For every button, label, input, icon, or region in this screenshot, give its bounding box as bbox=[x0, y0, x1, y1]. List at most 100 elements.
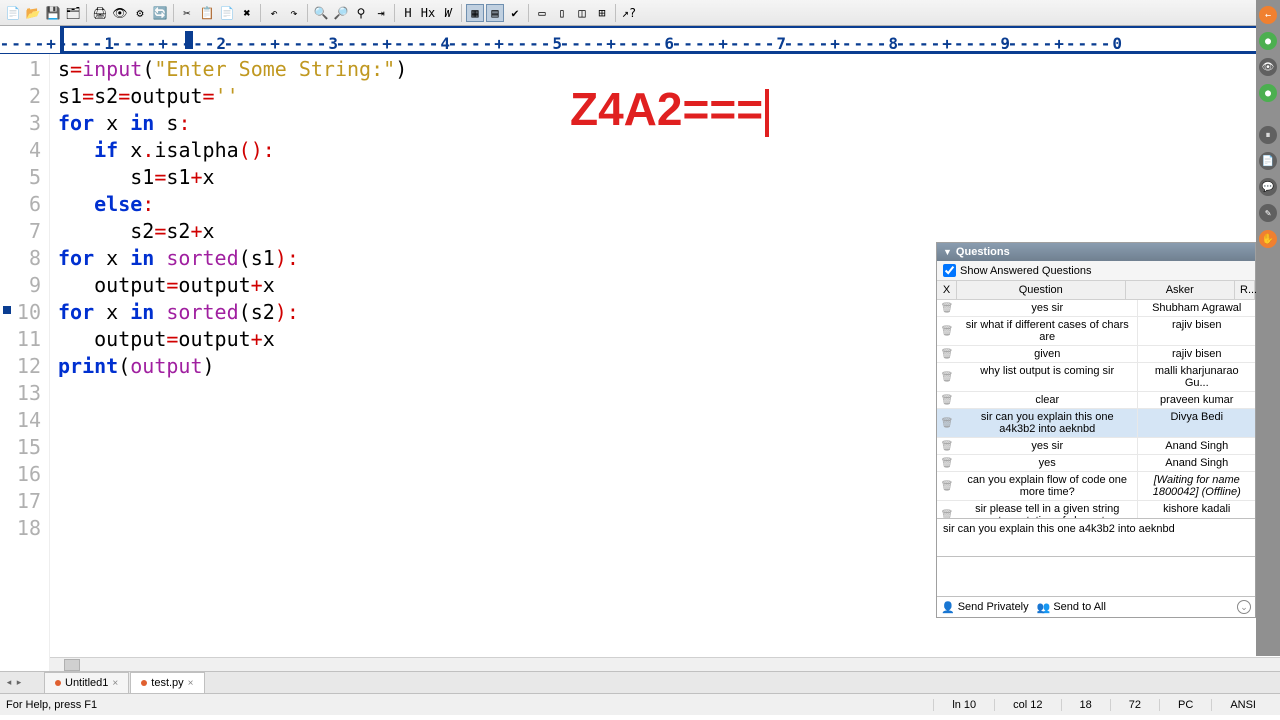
setup-icon[interactable]: ⚙ bbox=[131, 4, 149, 22]
code-line[interactable]: s1=s1+x bbox=[58, 164, 1272, 191]
questions-header[interactable]: ▼ Questions bbox=[937, 243, 1255, 261]
pen-icon[interactable]: ✎ bbox=[1259, 204, 1277, 222]
tab-testpy[interactable]: test.py × bbox=[130, 672, 204, 693]
line-number: 4 bbox=[0, 137, 41, 164]
panel1-icon[interactable]: ▦ bbox=[466, 4, 484, 22]
col-x[interactable]: X bbox=[937, 281, 957, 300]
win1-icon[interactable]: ▭ bbox=[533, 4, 551, 22]
delete-icon[interactable]: 🗑 bbox=[937, 317, 957, 345]
code-line[interactable]: else: bbox=[58, 191, 1272, 218]
undo-icon[interactable]: ↶ bbox=[265, 4, 283, 22]
line-number: 15 bbox=[0, 434, 41, 461]
paste-icon[interactable]: 📄 bbox=[218, 4, 236, 22]
scroll-thumb[interactable] bbox=[64, 659, 80, 671]
delete-icon[interactable]: 🗑 bbox=[937, 392, 957, 408]
tab-right-icon[interactable]: ▸ bbox=[14, 675, 24, 689]
delete-icon[interactable]: 🗑 bbox=[937, 438, 957, 454]
send-privately-button[interactable]: 👤 Send Privately bbox=[941, 601, 1029, 614]
w-icon[interactable]: W bbox=[439, 4, 457, 22]
question-text: yes bbox=[957, 455, 1138, 471]
close-icon[interactable]: × bbox=[188, 678, 194, 689]
horizontal-scrollbar[interactable] bbox=[50, 657, 1280, 671]
code-line[interactable]: s=input("Enter Some String:") bbox=[58, 56, 1272, 83]
options-icon[interactable]: ⌄ bbox=[1237, 600, 1251, 614]
line-number: 16 bbox=[0, 461, 41, 488]
asker-name: kishore kadali bbox=[1138, 501, 1255, 518]
question-row[interactable]: 🗑why list output is coming sirmalli khar… bbox=[937, 363, 1255, 392]
cut-icon[interactable]: ✂ bbox=[178, 4, 196, 22]
status-enc: ANSI bbox=[1211, 699, 1274, 711]
line-number: 17 bbox=[0, 488, 41, 515]
question-row[interactable]: 🗑clearpraveen kumar bbox=[937, 392, 1255, 409]
open-icon[interactable]: 📂 bbox=[24, 4, 42, 22]
doc-icon[interactable]: 📄 bbox=[1259, 152, 1277, 170]
hx-icon[interactable]: Hx bbox=[419, 4, 437, 22]
show-answered-checkbox[interactable] bbox=[943, 264, 956, 277]
find-icon[interactable]: 🔍 bbox=[312, 4, 330, 22]
win3-icon[interactable]: ◫ bbox=[573, 4, 591, 22]
hand-icon[interactable]: ✋ bbox=[1259, 230, 1277, 248]
right-sidebar: ← ● 👁 ● ⏸ 📄 💬 ✎ ✋ bbox=[1256, 0, 1280, 656]
redo-icon[interactable]: ↷ bbox=[285, 4, 303, 22]
ruler[interactable]: ----+----1----+----2----+----3----+----4… bbox=[0, 26, 1280, 54]
delete-icon[interactable]: 🗑 bbox=[937, 455, 957, 471]
chat-icon[interactable]: 💬 bbox=[1259, 178, 1277, 196]
asker-name: rajiv bisen bbox=[1138, 346, 1255, 362]
delete-icon[interactable]: 🗑 bbox=[937, 363, 957, 391]
delete-icon[interactable]: 🗑 bbox=[937, 501, 957, 518]
print-icon[interactable]: 🖨 bbox=[91, 4, 109, 22]
check-icon[interactable]: ✔ bbox=[506, 4, 524, 22]
pause-icon[interactable]: ⏸ bbox=[1259, 126, 1277, 144]
delete-icon[interactable]: 🗑 bbox=[937, 409, 957, 437]
h1-icon[interactable]: H bbox=[399, 4, 417, 22]
col-question[interactable]: Question bbox=[957, 281, 1126, 300]
code-line[interactable]: s2=s2+x bbox=[58, 218, 1272, 245]
delete-icon[interactable]: 🗑 bbox=[937, 300, 957, 316]
question-row[interactable]: 🗑givenrajiv bisen bbox=[937, 346, 1255, 363]
breakpoint-marker[interactable] bbox=[3, 306, 11, 314]
preview-icon[interactable]: 👁 bbox=[111, 4, 129, 22]
question-row[interactable]: 🗑yes sirShubham Agrawal bbox=[937, 300, 1255, 317]
status-line: ln 10 bbox=[933, 699, 994, 711]
question-row[interactable]: 🗑sir please tell in a given string count… bbox=[937, 501, 1255, 518]
new-icon[interactable]: 📄 bbox=[4, 4, 22, 22]
help-icon[interactable]: ↗? bbox=[620, 4, 638, 22]
modified-icon bbox=[55, 680, 61, 686]
question-row[interactable]: 🗑can you explain flow of code one more t… bbox=[937, 472, 1255, 501]
col-asker[interactable]: Asker bbox=[1126, 281, 1235, 300]
questions-list[interactable]: 🗑yes sirShubham Agrawal🗑sir what if diff… bbox=[937, 300, 1255, 518]
delete-icon[interactable]: 🗑 bbox=[937, 472, 957, 500]
eye-icon[interactable]: 👁 bbox=[1259, 58, 1277, 76]
close-icon[interactable]: × bbox=[112, 678, 118, 689]
question-row[interactable]: 🗑sir what if different cases of chars ar… bbox=[937, 317, 1255, 346]
delete-icon[interactable]: ✖ bbox=[238, 4, 256, 22]
compose-area[interactable] bbox=[937, 556, 1255, 596]
question-text: why list output is coming sir bbox=[957, 363, 1138, 391]
tab-untitled1[interactable]: Untitled1× bbox=[44, 672, 129, 693]
leave-icon[interactable]: ← bbox=[1259, 6, 1277, 24]
tab-left-icon[interactable]: ◂ bbox=[4, 675, 14, 689]
question-row[interactable]: 🗑yes sirAnand Singh bbox=[937, 438, 1255, 455]
col-r[interactable]: R... bbox=[1235, 281, 1255, 300]
cam-icon[interactable]: ● bbox=[1259, 32, 1277, 50]
goto-icon[interactable]: ⇥ bbox=[372, 4, 390, 22]
send-all-button[interactable]: 👥 Send to All bbox=[1037, 601, 1106, 614]
win2-icon[interactable]: ▯ bbox=[553, 4, 571, 22]
people-icon: 👥 bbox=[1037, 601, 1051, 614]
saveall-icon[interactable]: 🗂 bbox=[64, 4, 82, 22]
question-row[interactable]: 🗑sir can you explain this one a4k3b2 int… bbox=[937, 409, 1255, 438]
delete-icon[interactable]: 🗑 bbox=[937, 346, 957, 362]
panel2-icon[interactable]: ▤ bbox=[486, 4, 504, 22]
copy-icon[interactable]: 📋 bbox=[198, 4, 216, 22]
tab-label: test.py bbox=[151, 677, 183, 689]
show-answered-row: Show Answered Questions bbox=[937, 261, 1255, 281]
collapse-icon[interactable]: ▼ bbox=[943, 247, 952, 257]
save-icon[interactable]: 💾 bbox=[44, 4, 62, 22]
win4-icon[interactable]: ⊞ bbox=[593, 4, 611, 22]
question-row[interactable]: 🗑yesAnand Singh bbox=[937, 455, 1255, 472]
replace-icon[interactable]: ⚲ bbox=[352, 4, 370, 22]
mic-icon[interactable]: ● bbox=[1259, 84, 1277, 102]
findopt-icon[interactable]: 🔎 bbox=[332, 4, 350, 22]
refresh-icon[interactable]: 🔄 bbox=[151, 4, 169, 22]
code-line[interactable]: if x.isalpha(): bbox=[58, 137, 1272, 164]
